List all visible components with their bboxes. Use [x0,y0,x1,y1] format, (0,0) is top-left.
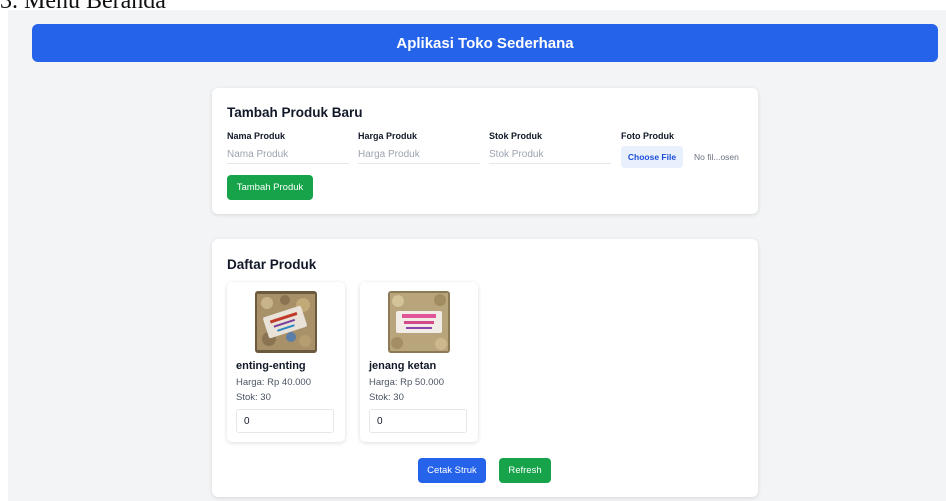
product-name-input[interactable] [227,146,349,164]
product-price-input[interactable] [358,146,480,164]
product-price: Harga: Rp 40.000 [236,377,311,388]
product-stock: Stok: 30 [236,392,271,403]
product-name: enting-enting [236,360,306,372]
product-list-card: Daftar Produk enting-enting Harga: Rp 40… [212,239,758,497]
product-photo-icon [255,291,317,353]
product-photo-field: Foto Produk Choose File No fil...osen [621,130,751,168]
print-receipt-button[interactable]: Cetak Struk [418,458,486,483]
add-product-title: Tambah Produk Baru [227,105,363,120]
product-name-label: Nama Produk [227,131,286,141]
product-photo-icon [388,291,450,353]
file-status-text: No fil...osen [694,152,739,162]
add-product-card: Tambah Produk Baru Nama Produk Harga Pro… [212,88,758,214]
choose-file-button[interactable]: Choose File [621,146,683,168]
product-name: jenang ketan [369,360,437,372]
refresh-button[interactable]: Refresh [499,458,551,483]
product-photo-label: Foto Produk [621,131,674,141]
product-card: jenang ketan Harga: Rp 50.000 Stok: 30 [360,282,478,442]
product-stock-field: Stok Produk [489,130,611,164]
app-page: Aplikasi Toko Sederhana Tambah Produk Ba… [8,10,946,501]
product-list-title: Daftar Produk [227,257,317,272]
file-picker: Choose File No fil...osen [621,146,751,168]
product-stock: Stok: 30 [369,392,404,403]
app-header: Aplikasi Toko Sederhana [32,24,938,62]
quantity-input[interactable] [369,409,467,433]
product-price-field: Harga Produk [358,130,480,164]
app-title: Aplikasi Toko Sederhana [396,34,574,52]
product-card: enting-enting Harga: Rp 40.000 Stok: 30 [227,282,345,442]
product-stock-input[interactable] [489,146,611,164]
quantity-input[interactable] [236,409,334,433]
product-name-field: Nama Produk [227,130,349,164]
product-price: Harga: Rp 50.000 [369,377,444,388]
add-product-button[interactable]: Tambah Produk [227,175,313,200]
product-stock-label: Stok Produk [489,131,543,141]
product-price-label: Harga Produk [358,131,418,141]
